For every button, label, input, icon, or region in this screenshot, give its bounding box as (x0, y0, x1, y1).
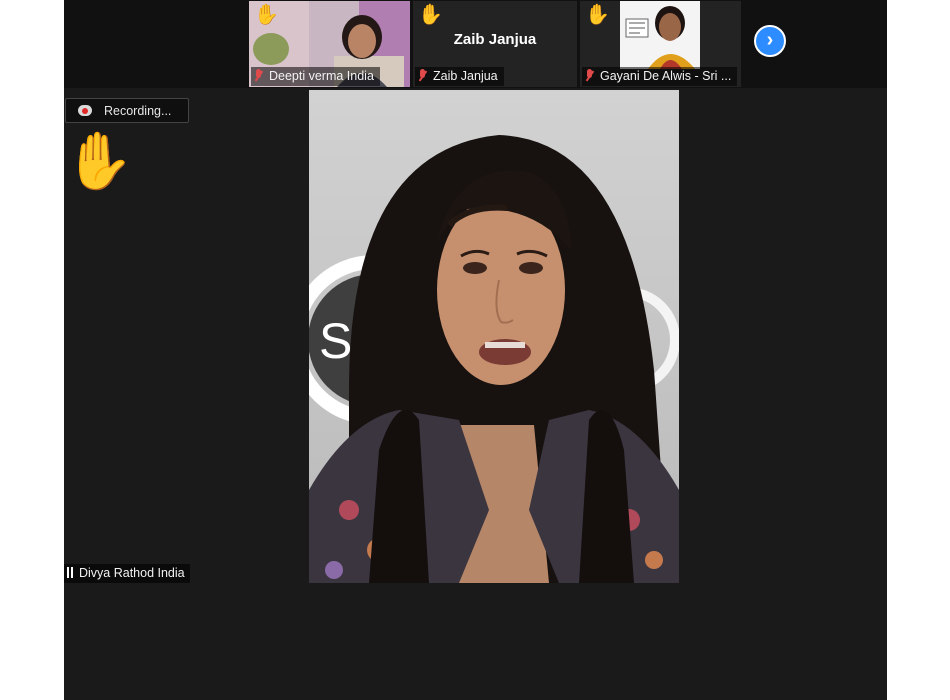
speaker-video-frame: Sil (309, 90, 679, 583)
participant-label: Deepti verma India (251, 67, 380, 86)
participant-name-title: Zaib Janjua (453, 31, 537, 48)
meeting-window: ✋ Deepti verma India ✋ Zaib Janjua Zaib … (64, 0, 887, 700)
next-page-button[interactable]: › (754, 25, 786, 57)
participant-name: Deepti verma India (269, 69, 374, 83)
participant-label: Gayani De Alwis - Sri ... (582, 67, 738, 86)
raised-hand-icon: ✋ (64, 129, 134, 192)
muted-mic-icon (585, 69, 594, 82)
muted-mic-icon (418, 69, 427, 82)
participant-photo-gayani (620, 1, 700, 69)
cloud-record-icon (78, 105, 92, 117)
raised-hand-icon: ✋ (418, 4, 443, 26)
recording-indicator[interactable]: Recording... (65, 98, 189, 123)
recording-label: Recording... (104, 104, 172, 118)
participant-tile-gayani[interactable]: ✋ Gayani De Alwis - Sri ... (580, 1, 741, 87)
audio-bars-icon (67, 567, 74, 578)
active-speaker-video: Sil (309, 90, 679, 583)
participant-label: Zaib Janjua (415, 67, 504, 86)
participant-tile-zaib[interactable]: ✋ Zaib Janjua Zaib Janjua (413, 1, 577, 87)
raised-hand-icon: ✋ (254, 4, 279, 26)
active-speaker-name: Divya Rathod India (79, 566, 185, 580)
chevron-right-icon: › (766, 29, 774, 51)
participant-tile-deepti[interactable]: ✋ Deepti verma India (249, 1, 410, 87)
raised-hand-icon: ✋ (585, 4, 610, 26)
participant-name: Gayani De Alwis - Sri ... (600, 69, 732, 83)
muted-mic-icon (254, 69, 263, 82)
participant-name: Zaib Janjua (433, 69, 498, 83)
active-speaker-label: Divya Rathod India (64, 564, 190, 583)
